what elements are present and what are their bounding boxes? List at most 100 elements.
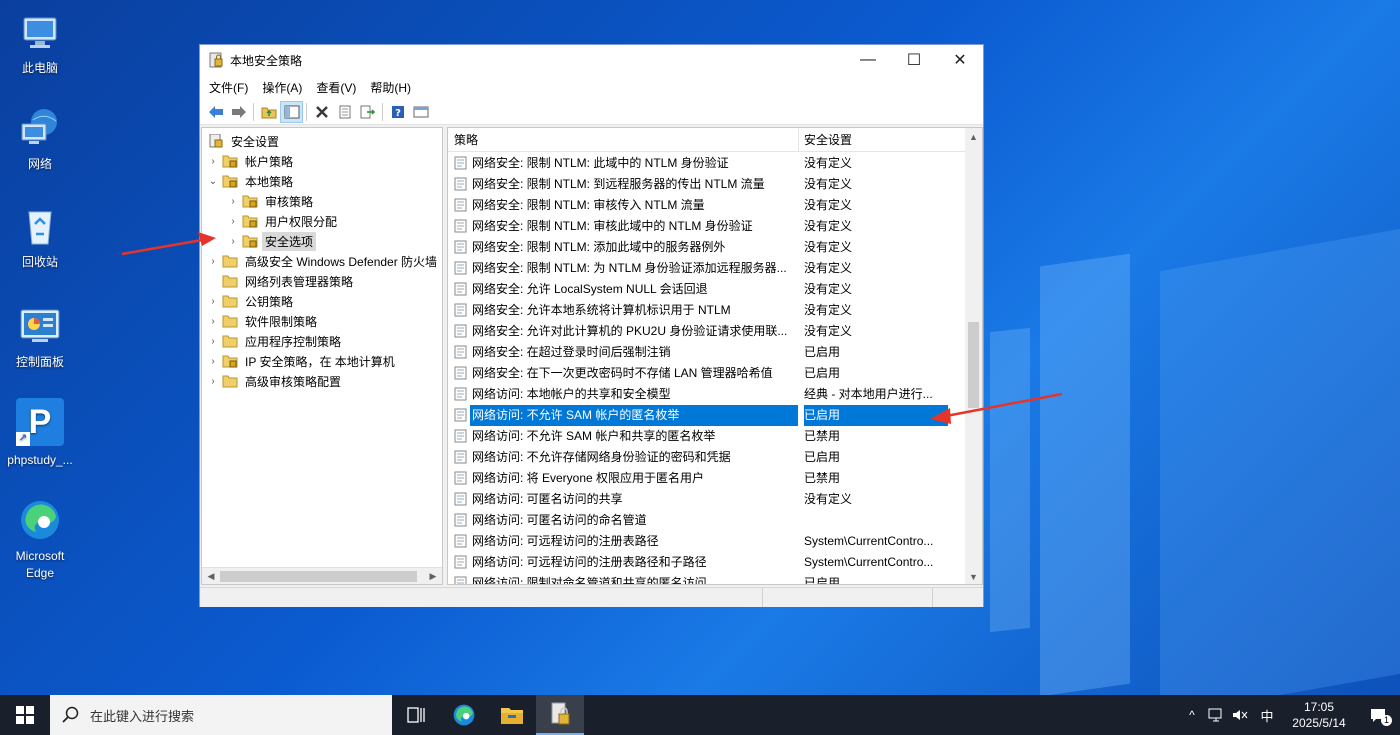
tree-item[interactable]: › 用户权限分配 — [226, 211, 340, 231]
folder-icon — [222, 295, 238, 308]
chevron-right-icon[interactable]: › — [206, 376, 220, 387]
policy-row[interactable]: 网络安全: 限制 NTLM: 此域中的 NTLM 身份验证 没有定义 — [448, 153, 965, 174]
chevron-right-icon[interactable]: › — [226, 236, 240, 247]
tree-item-root[interactable]: 安全设置 — [206, 131, 282, 151]
policy-row[interactable]: 网络安全: 在超过登录时间后强制注销 已启用 — [448, 342, 965, 363]
policy-row[interactable]: 网络访问: 可匿名访问的共享 没有定义 — [448, 489, 965, 510]
desktop-icon-label: 此电脑 — [21, 61, 58, 75]
windows-logo-icon — [16, 706, 34, 724]
policy-row[interactable]: 网络访问: 可远程访问的注册表路径 System\CurrentContro... — [448, 531, 965, 552]
policy-row[interactable]: 网络访问: 可匿名访问的命名管道 — [448, 510, 965, 531]
column-header-setting[interactable]: 安全设置 — [798, 128, 968, 152]
desktop-icon-phpstudy[interactable]: P ↗ phpstudy_... — [4, 398, 76, 469]
tree-item[interactable]: › 应用程序控制策略 — [206, 331, 344, 351]
policy-row[interactable]: 网络安全: 限制 NTLM: 审核传入 NTLM 流量 没有定义 — [448, 195, 965, 216]
policy-row[interactable]: 网络安全: 允许 LocalSystem NULL 会话回退 没有定义 — [448, 279, 965, 300]
list-vertical-scrollbar[interactable]: ▲ ▼ — [965, 128, 982, 584]
tree-item[interactable]: › 帐户策略 — [206, 151, 296, 171]
title-bar[interactable]: 本地安全策略 — ☐ ✕ — [200, 45, 983, 75]
properties-button[interactable] — [333, 101, 356, 123]
policy-row[interactable]: 网络安全: 在下一次更改密码时不存储 LAN 管理器哈希值 已启用 — [448, 363, 965, 384]
scroll-left-icon[interactable]: ◀ — [203, 569, 219, 584]
taskbar-edge[interactable] — [440, 695, 488, 735]
chevron-right-icon[interactable]: › — [206, 356, 220, 367]
policy-icon — [454, 219, 467, 233]
start-button[interactable] — [0, 695, 50, 735]
desktop-icon-edge[interactable]: Microsoft Edge — [4, 498, 76, 582]
desktop-icon-control-panel[interactable]: 控制面板 — [4, 304, 76, 371]
tree-item[interactable]: › 高级安全 Windows Defender 防火墙 — [206, 251, 440, 271]
tree-item[interactable]: › 公钥策略 — [206, 291, 296, 311]
menu-file[interactable]: 文件(F) — [202, 79, 255, 96]
export-list-button[interactable] — [356, 101, 379, 123]
policy-row[interactable]: 网络安全: 限制 NTLM: 审核此域中的 NTLM 身份验证 没有定义 — [448, 216, 965, 237]
taskbar-file-explorer[interactable] — [488, 695, 536, 735]
policy-row[interactable]: 网络访问: 不允许 SAM 帐户的匿名枚举 已启用 — [448, 405, 965, 426]
policy-row[interactable]: 网络安全: 允许本地系统将计算机标识用于 NTLM 没有定义 — [448, 300, 965, 321]
help-button[interactable]: ? — [386, 101, 409, 123]
tree-item[interactable]: 网络列表管理器策略 — [206, 271, 356, 291]
scroll-right-icon[interactable]: ▶ — [425, 569, 441, 584]
chevron-right-icon[interactable]: › — [206, 296, 220, 307]
maximize-button[interactable]: ☐ — [891, 45, 937, 75]
tree-horizontal-scrollbar[interactable]: ◀ ▶ — [202, 567, 442, 584]
desktop-icon-network[interactable]: 网络 — [4, 106, 76, 173]
task-view-button[interactable] — [392, 695, 440, 735]
minimize-button[interactable]: — — [845, 45, 891, 75]
chevron-right-icon[interactable]: › — [206, 336, 220, 347]
policy-row[interactable]: 网络访问: 本地帐户的共享和安全模型 经典 - 对本地用户进行... — [448, 384, 965, 405]
policy-row[interactable]: 网络安全: 限制 NTLM: 到远程服务器的传出 NTLM 流量 没有定义 — [448, 174, 965, 195]
clock[interactable]: 17:05 2025/5/14 — [1282, 699, 1356, 731]
tree-item[interactable]: › 安全选项 — [226, 231, 317, 251]
policy-list-pane: 策略 ^ 安全设置 网络安全: 限制 NTLM: 此域中的 NTLM 身份验证没… — [447, 127, 983, 585]
chevron-right-icon[interactable]: › — [206, 156, 220, 167]
chevron-down-icon[interactable]: ⌄ — [206, 176, 220, 187]
scroll-up-icon[interactable]: ▲ — [966, 129, 981, 145]
taskbar-local-security-policy[interactable] — [536, 695, 584, 735]
policy-row[interactable]: 网络访问: 限制对命名管道和共享的匿名访问 已启用 — [448, 573, 965, 584]
properties-icon — [339, 105, 350, 118]
scroll-down-icon[interactable]: ▼ — [966, 569, 981, 584]
policy-row[interactable]: 网络安全: 限制 NTLM: 添加此域中的服务器例外 没有定义 — [448, 237, 965, 258]
scrollbar-thumb[interactable] — [220, 571, 417, 582]
delete-button[interactable] — [310, 101, 333, 123]
sort-ascending-icon: ^ — [620, 127, 625, 132]
policy-row[interactable]: 网络访问: 不允许 SAM 帐户和共享的匿名枚举 已禁用 — [448, 426, 965, 447]
tree-item[interactable]: › IP 安全策略，在 本地计算机 — [206, 351, 398, 371]
action-center-button[interactable]: 1 — [1356, 695, 1400, 735]
forward-button[interactable] — [227, 101, 250, 123]
up-one-level-button[interactable] — [257, 101, 280, 123]
menu-help[interactable]: 帮助(H) — [363, 79, 418, 96]
chevron-right-icon[interactable]: › — [226, 216, 240, 227]
menu-bar: 文件(F) 操作(A) 查看(V) 帮助(H) — [200, 75, 983, 99]
policy-row[interactable]: 网络访问: 不允许存储网络身份验证的密码和凭据 已启用 — [448, 447, 965, 468]
policy-name: 网络安全: 限制 NTLM: 此域中的 NTLM 身份验证 — [472, 156, 729, 170]
network-tray-button[interactable] — [1204, 695, 1228, 735]
tree-item[interactable]: › 高级审核策略配置 — [206, 371, 344, 391]
desktop-icon-this-pc[interactable]: 此电脑 — [4, 10, 76, 77]
policy-name: 网络访问: 可匿名访问的命名管道 — [472, 513, 647, 527]
policy-row[interactable]: 网络访问: 可远程访问的注册表路径和子路径 System\CurrentContr… — [448, 552, 965, 573]
chevron-right-icon[interactable]: › — [206, 316, 220, 327]
back-button[interactable] — [204, 101, 227, 123]
tree-item[interactable]: › 软件限制策略 — [206, 311, 320, 331]
chevron-right-icon[interactable]: › — [226, 196, 240, 207]
policy-row[interactable]: 网络访问: 将 Everyone 权限应用于匿名用户 已禁用 — [448, 468, 965, 489]
desktop-icon-label: 网络 — [27, 157, 52, 171]
show-hide-tree-button[interactable] — [280, 100, 303, 123]
show-hidden-icons-button[interactable]: ^ — [1180, 695, 1204, 735]
menu-view[interactable]: 查看(V) — [309, 79, 363, 96]
desktop-icon-recycle-bin[interactable]: 回收站 — [4, 204, 76, 271]
tree-item[interactable]: ⌄ 本地策略 — [206, 171, 296, 191]
policy-setting: System\CurrentContro... — [804, 555, 934, 569]
volume-tray-button[interactable] — [1228, 695, 1252, 735]
close-button[interactable]: ✕ — [937, 45, 983, 75]
tree-item-label: 安全选项 — [262, 231, 317, 251]
console-button[interactable] — [409, 101, 432, 123]
policy-row[interactable]: 网络安全: 限制 NTLM: 为 NTLM 身份验证添加远程服务器... 没有定义 — [448, 258, 965, 279]
policy-row[interactable]: 网络安全: 允许对此计算机的 PKU2U 身份验证请求使用联... 没有定义 — [448, 321, 965, 342]
taskbar-search-box[interactable]: 在此键入进行搜索 — [50, 695, 392, 735]
tree-item[interactable]: › 审核策略 — [226, 191, 316, 211]
menu-action[interactable]: 操作(A) — [255, 79, 309, 96]
ime-indicator[interactable]: 中 — [1252, 695, 1282, 735]
